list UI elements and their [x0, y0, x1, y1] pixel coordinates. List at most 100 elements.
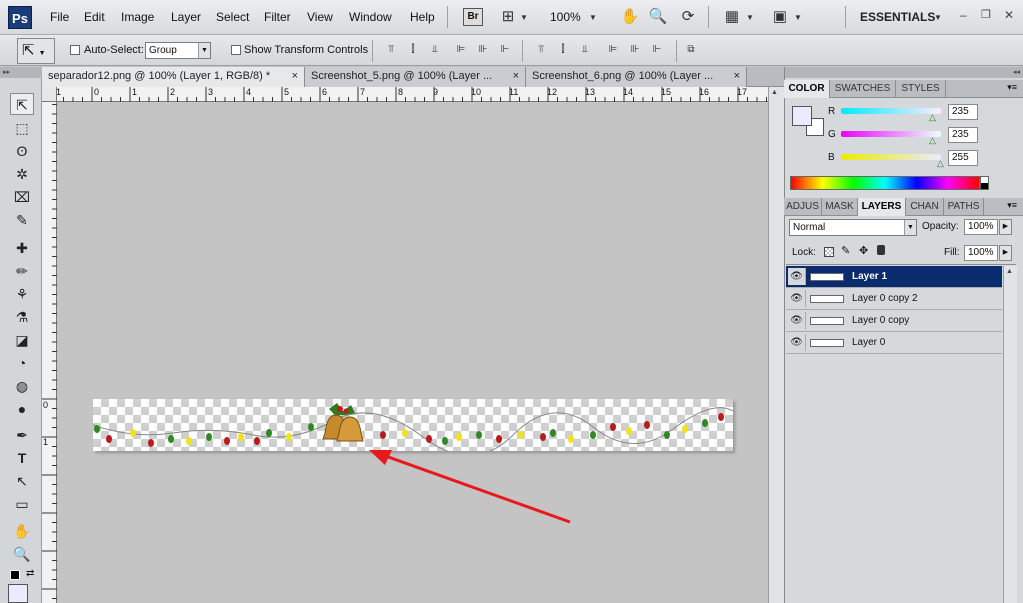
- eraser-tool-icon[interactable]: ◪: [10, 329, 34, 351]
- layer-row-layer-1[interactable]: 👁 Layer 1: [786, 266, 1002, 288]
- panel-foreground-swatch[interactable]: [792, 106, 812, 126]
- ruler-origin[interactable]: [42, 87, 57, 102]
- panel-menu-icon[interactable]: ▾≡: [1007, 82, 1017, 93]
- move-tool-preset-icon[interactable]: ⇱ ▼: [17, 38, 55, 64]
- marquee-tool-icon[interactable]: ⬚: [10, 117, 34, 139]
- brush-tool-icon[interactable]: ✏: [10, 260, 34, 282]
- chevron-down-icon[interactable]: ▼: [746, 13, 754, 22]
- eyedropper-tool-icon[interactable]: ✎: [10, 209, 34, 231]
- distribute-right-icon[interactable]: ⊩: [648, 42, 666, 58]
- screen-mode-icon[interactable]: ▣: [770, 8, 790, 26]
- tab-separador12[interactable]: separador12.png @ 100% (Layer 1, RGB/8) …: [42, 67, 305, 87]
- distribute-bottom-icon[interactable]: ⫫: [576, 42, 594, 58]
- dodge-tool-icon[interactable]: ●: [10, 398, 34, 420]
- chevron-down-icon[interactable]: ▼: [794, 13, 802, 22]
- scroll-up-icon[interactable]: ▲: [771, 89, 781, 97]
- panel-collapse-icon[interactable]: ◂◂: [785, 67, 1023, 78]
- align-left-icon[interactable]: ⊫: [452, 42, 470, 58]
- foreground-color-swatch[interactable]: [8, 584, 28, 603]
- layers-scrollbar[interactable]: ▲: [1003, 266, 1017, 603]
- green-value-field[interactable]: 235: [948, 127, 978, 143]
- menu-select[interactable]: Select: [216, 10, 249, 24]
- tab-screenshot-6[interactable]: Screenshot_6.png @ 100% (Layer ... ×: [526, 67, 747, 87]
- fill-arrow-icon[interactable]: ▶: [999, 245, 1012, 261]
- pen-tool-icon[interactable]: ✒: [10, 424, 34, 446]
- blur-tool-icon[interactable]: ◍: [10, 375, 34, 397]
- magic-wand-tool-icon[interactable]: ✲: [10, 163, 34, 185]
- lock-pixels-icon[interactable]: ✎: [841, 244, 850, 257]
- eye-icon[interactable]: 👁: [788, 334, 806, 351]
- fill-field[interactable]: 100%: [964, 245, 998, 261]
- swap-colors-icon[interactable]: ⇄: [26, 568, 34, 579]
- opacity-arrow-icon[interactable]: ▶: [999, 219, 1012, 235]
- tab-paths[interactable]: PATHS: [944, 198, 984, 216]
- restore-button[interactable]: ❐: [981, 8, 991, 21]
- chevron-down-icon[interactable]: ▼: [589, 13, 597, 22]
- menu-view[interactable]: View: [307, 10, 333, 24]
- lock-all-icon[interactable]: [877, 245, 885, 255]
- align-vcenter-icon[interactable]: ⫿: [404, 42, 422, 58]
- blue-slider[interactable]: [841, 154, 941, 160]
- menu-filter[interactable]: Filter: [264, 10, 291, 24]
- distribute-hcenter-icon[interactable]: ⊪: [626, 42, 644, 58]
- rotate-view-icon[interactable]: ⟳: [678, 8, 698, 26]
- zoom-level[interactable]: 100%: [550, 10, 581, 24]
- blue-slider-thumb[interactable]: △: [937, 158, 944, 169]
- blend-mode-dropdown[interactable]: Normal ▼: [789, 219, 917, 236]
- auto-align-icon[interactable]: ⧉: [682, 42, 700, 58]
- auto-select-checkbox[interactable]: [70, 45, 80, 55]
- show-transform-checkbox[interactable]: [231, 45, 241, 55]
- distribute-left-icon[interactable]: ⊫: [604, 42, 622, 58]
- lock-transparent-icon[interactable]: [824, 247, 834, 257]
- tab-adjustments[interactable]: ADJUS: [784, 198, 822, 216]
- tab-masks[interactable]: MASK: [822, 198, 858, 216]
- close-tab-icon[interactable]: ×: [513, 67, 519, 86]
- lock-position-icon[interactable]: ✥: [859, 244, 868, 257]
- menu-file[interactable]: File: [50, 10, 69, 24]
- tab-styles[interactable]: STYLES: [896, 80, 946, 98]
- shape-tool-icon[interactable]: ▭: [10, 493, 34, 515]
- history-brush-tool-icon[interactable]: ⚗: [10, 306, 34, 328]
- healing-brush-tool-icon[interactable]: ✚: [10, 237, 34, 259]
- layer-row-layer-0[interactable]: 👁 Layer 0: [786, 332, 1002, 354]
- bridge-button[interactable]: Br: [463, 8, 483, 26]
- toolbox-collapse-icon[interactable]: ▸▸: [0, 67, 42, 78]
- red-slider-thumb[interactable]: △: [929, 112, 936, 123]
- panel-menu-icon[interactable]: ▾≡: [1007, 200, 1017, 211]
- align-top-icon[interactable]: ⫪: [382, 42, 400, 58]
- hand-icon[interactable]: ✋: [620, 8, 640, 26]
- eye-icon[interactable]: 👁: [788, 268, 806, 285]
- tab-swatches[interactable]: SWATCHES: [830, 80, 896, 98]
- align-hcenter-icon[interactable]: ⊪: [474, 42, 492, 58]
- align-right-icon[interactable]: ⊩: [496, 42, 514, 58]
- color-spectrum-bar[interactable]: [790, 176, 980, 190]
- menu-edit[interactable]: Edit: [84, 10, 105, 24]
- default-colors-icon[interactable]: [10, 570, 20, 580]
- tab-channels[interactable]: CHAN: [906, 198, 944, 216]
- red-slider[interactable]: [841, 108, 941, 114]
- tab-color[interactable]: COLOR: [784, 80, 830, 98]
- chevron-down-icon[interactable]: ▼: [520, 13, 528, 22]
- move-tool-icon[interactable]: ⇱: [10, 93, 34, 115]
- close-tab-icon[interactable]: ×: [734, 67, 740, 86]
- eye-icon[interactable]: 👁: [788, 290, 806, 307]
- workspace-switcher[interactable]: ESSENTIALS: [860, 10, 935, 24]
- layer-row-layer-0-copy[interactable]: 👁 Layer 0 copy: [786, 310, 1002, 332]
- scroll-up-icon[interactable]: ▲: [1006, 268, 1013, 275]
- tab-layers[interactable]: LAYERS: [858, 198, 906, 216]
- crop-tool-icon[interactable]: ⌧: [10, 186, 34, 208]
- distribute-vcenter-icon[interactable]: ⫿: [554, 42, 572, 58]
- arrange-documents-icon[interactable]: ▦: [722, 8, 742, 26]
- layer-row-layer-0-copy-2[interactable]: 👁 Layer 0 copy 2: [786, 288, 1002, 310]
- tab-screenshot-5[interactable]: Screenshot_5.png @ 100% (Layer ... ×: [305, 67, 526, 87]
- menu-window[interactable]: Window: [349, 10, 392, 24]
- minimize-button[interactable]: –: [960, 8, 967, 22]
- black-white-swatch[interactable]: [980, 176, 989, 190]
- clone-stamp-tool-icon[interactable]: ⚘: [10, 283, 34, 305]
- lasso-tool-icon[interactable]: ʘ: [10, 140, 34, 162]
- menu-help[interactable]: Help: [410, 10, 435, 24]
- green-slider[interactable]: [841, 131, 941, 137]
- grid-icon[interactable]: ⊞: [498, 8, 518, 26]
- eye-icon[interactable]: 👁: [788, 312, 806, 329]
- opacity-field[interactable]: 100%: [964, 219, 998, 235]
